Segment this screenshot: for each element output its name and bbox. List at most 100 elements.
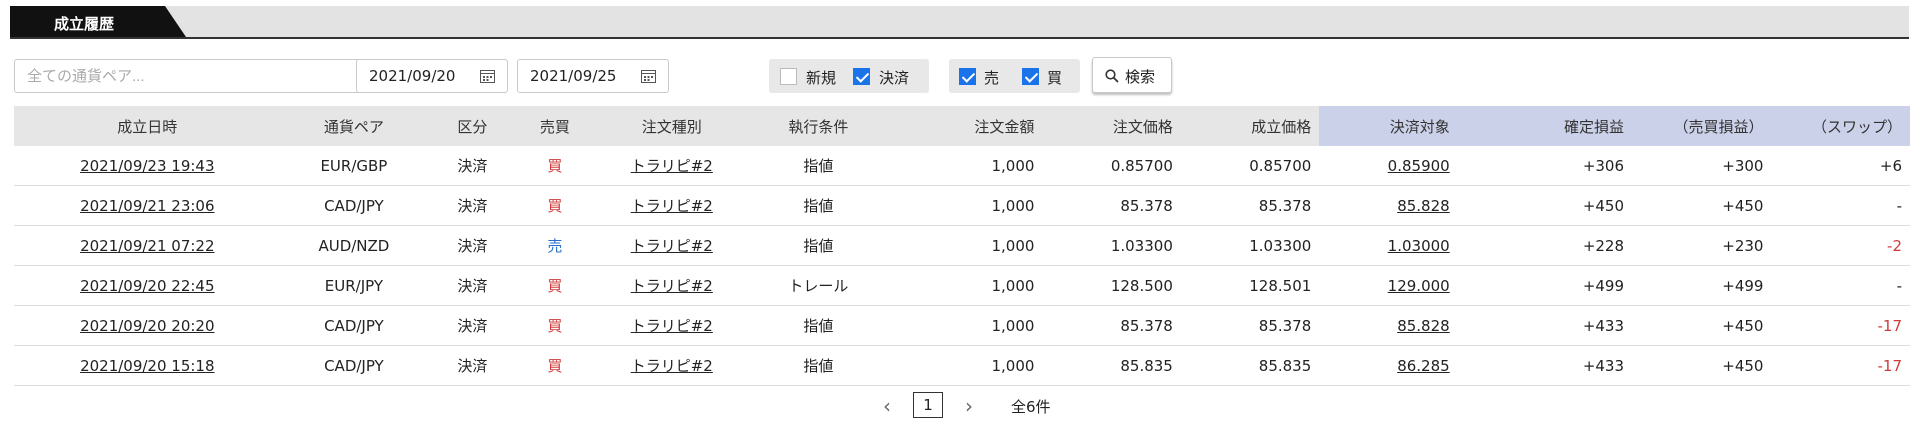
calendar-icon[interactable] — [480, 69, 495, 83]
new-checkbox-label: 新規 — [806, 69, 837, 87]
current-page-button[interactable]: 1 — [913, 392, 943, 418]
filter-toolbar: 2021/09/20 2021/09/25 新規 決済 売 買 — [14, 57, 1914, 95]
cell-target-link[interactable]: 85.828 — [1319, 185, 1458, 226]
sell-checkbox[interactable] — [959, 68, 976, 85]
cell-swap: - — [1771, 265, 1910, 306]
col-header-condition[interactable]: 執行条件 — [751, 106, 886, 146]
cell-pair: CAD/JPY — [280, 185, 428, 226]
cell-target-link[interactable]: 129.000 — [1319, 265, 1458, 306]
col-header-order-price[interactable]: 注文価格 — [1042, 106, 1181, 146]
cell-datetime-link[interactable]: 2021/09/20 15:18 — [14, 345, 281, 386]
col-header-fill-price[interactable]: 成立価格 — [1180, 106, 1320, 146]
cell-side: 買 — [517, 185, 593, 226]
cell-target-link[interactable]: 86.285 — [1319, 345, 1458, 386]
cell-pnl: +433 — [1457, 345, 1633, 386]
trade-history-table: 成立日時 通貨ペア 区分 売買 注文種別 執行条件 注文金額 注文価格 成立価格… — [14, 106, 1910, 386]
cell-side: 買 — [517, 305, 593, 346]
search-icon — [1105, 69, 1119, 83]
order-kind-filter-group: 新規 決済 — [769, 59, 929, 93]
calendar-icon[interactable] — [641, 69, 656, 83]
cell-condition: 指値 — [751, 185, 886, 226]
table-row: 2021/09/23 19:43 EUR/GBP 決済買トラリピ#2 指値 1,000 0… — [14, 146, 1910, 186]
table-row: 2021/09/20 15:18 CAD/JPY 決済買トラリピ#2 指値 1,000 8… — [14, 345, 1910, 386]
cell-swap: -17 — [1771, 305, 1910, 346]
cell-order-price: 85.835 — [1042, 345, 1181, 386]
tab-bar: 成立履歴 — [10, 6, 1909, 39]
next-page-chevron-icon[interactable]: › — [965, 394, 973, 418]
cell-amount: 1,000 — [885, 265, 1043, 306]
col-header-side[interactable]: 売買 — [517, 106, 593, 146]
cell-order-type-link[interactable]: トラリピ#2 — [592, 185, 752, 226]
col-header-trade-pnl[interactable]: （売買損益） — [1632, 106, 1772, 146]
cell-kind: 決済 — [427, 305, 518, 346]
cell-amount: 1,000 — [885, 345, 1043, 386]
cell-fill-price: 85.378 — [1180, 305, 1320, 346]
new-checkbox[interactable] — [780, 68, 797, 85]
col-header-kind[interactable]: 区分 — [427, 106, 518, 146]
date-from-field[interactable]: 2021/09/20 — [356, 59, 508, 93]
cell-order-type-link[interactable]: トラリピ#2 — [592, 265, 752, 306]
date-to-field[interactable]: 2021/09/25 — [517, 59, 669, 93]
cell-pair: EUR/JPY — [280, 265, 428, 306]
cell-swap: -17 — [1771, 345, 1910, 386]
col-header-swap[interactable]: （スワップ） — [1771, 106, 1910, 146]
cell-trade-pnl: +450 — [1632, 345, 1772, 386]
cell-kind: 決済 — [427, 225, 518, 266]
cell-order-price: 128.500 — [1042, 265, 1181, 306]
cell-pair: EUR/GBP — [280, 146, 428, 186]
cell-trade-pnl: +499 — [1632, 265, 1772, 306]
cell-pair: AUD/NZD — [280, 225, 428, 266]
tab-trade-history[interactable]: 成立履歴 — [10, 6, 186, 37]
cell-kind: 決済 — [427, 146, 518, 186]
col-header-target[interactable]: 決済対象 — [1319, 106, 1458, 146]
settle-checkbox[interactable] — [853, 68, 870, 85]
cell-side: 買 — [517, 265, 593, 306]
cell-trade-pnl: +300 — [1632, 146, 1772, 186]
cell-datetime-link[interactable]: 2021/09/23 19:43 — [14, 146, 281, 186]
cell-datetime-link[interactable]: 2021/09/21 23:06 — [14, 185, 281, 226]
date-to-value: 2021/09/25 — [530, 67, 617, 85]
cell-condition: 指値 — [751, 146, 886, 186]
cell-fill-price: 85.378 — [1180, 185, 1320, 226]
cell-datetime-link[interactable]: 2021/09/20 20:20 — [14, 305, 281, 346]
buy-checkbox[interactable] — [1022, 68, 1039, 85]
prev-page-chevron-icon[interactable]: ‹ — [883, 394, 891, 418]
settle-checkbox-label: 決済 — [879, 69, 910, 87]
cell-order-type-link[interactable]: トラリピ#2 — [592, 345, 752, 386]
cell-datetime-link[interactable]: 2021/09/20 22:45 — [14, 265, 281, 306]
buy-checkbox-label: 買 — [1047, 69, 1063, 87]
cell-pnl: +450 — [1457, 185, 1633, 226]
cell-order-type-link[interactable]: トラリピ#2 — [592, 225, 752, 266]
cell-datetime-link[interactable]: 2021/09/21 07:22 — [14, 225, 281, 266]
cell-amount: 1,000 — [885, 305, 1043, 346]
col-header-datetime[interactable]: 成立日時 — [14, 106, 281, 146]
sell-checkbox-label: 売 — [984, 69, 1000, 87]
cell-swap: +6 — [1771, 146, 1910, 186]
cell-condition: 指値 — [751, 345, 886, 386]
cell-pnl: +499 — [1457, 265, 1633, 306]
table-row: 2021/09/20 22:45 EUR/JPY 決済買トラリピ#2 トレール 1,00… — [14, 265, 1910, 306]
cell-fill-price: 128.501 — [1180, 265, 1320, 306]
col-header-pnl[interactable]: 確定損益 — [1457, 106, 1633, 146]
cell-target-link[interactable]: 85.828 — [1319, 305, 1458, 346]
col-header-pair[interactable]: 通貨ペア — [280, 106, 428, 146]
cell-order-type-link[interactable]: トラリピ#2 — [592, 305, 752, 346]
col-header-order-type[interactable]: 注文種別 — [592, 106, 752, 146]
cell-condition: 指値 — [751, 225, 886, 266]
cell-condition: 指値 — [751, 305, 886, 346]
cell-order-price: 0.85700 — [1042, 146, 1181, 186]
cell-pnl: +306 — [1457, 146, 1633, 186]
search-button-label: 検索 — [1125, 68, 1156, 86]
col-header-amount[interactable]: 注文金額 — [885, 106, 1043, 146]
cell-amount: 1,000 — [885, 146, 1043, 186]
cell-swap: -2 — [1771, 225, 1910, 266]
cell-target-link[interactable]: 0.85900 — [1319, 146, 1458, 186]
cell-trade-pnl: +230 — [1632, 225, 1772, 266]
cell-order-type-link[interactable]: トラリピ#2 — [592, 146, 752, 186]
total-count: 全6件 — [1011, 398, 1051, 416]
cell-kind: 決済 — [427, 265, 518, 306]
search-button[interactable]: 検索 — [1092, 57, 1172, 93]
table-row: 2021/09/21 23:06 CAD/JPY 決済買トラリピ#2 指値 1,000 8… — [14, 185, 1910, 226]
cell-order-price: 85.378 — [1042, 185, 1181, 226]
cell-target-link[interactable]: 1.03000 — [1319, 225, 1458, 266]
